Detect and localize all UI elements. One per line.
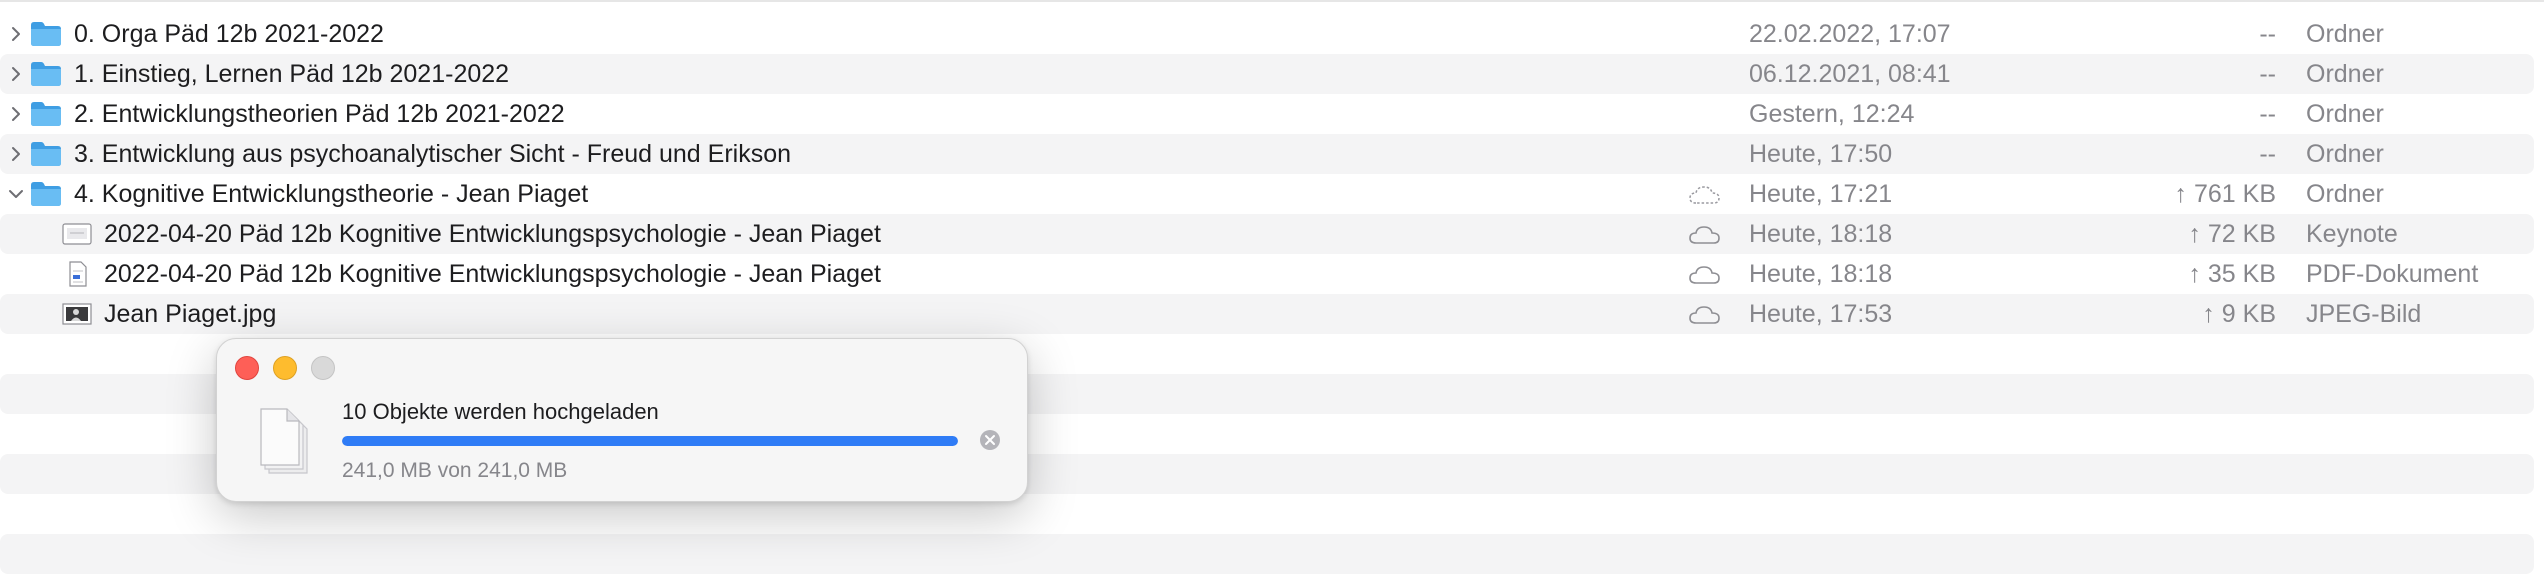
cloud-icon — [1689, 266, 1720, 284]
file-size: -- — [2259, 140, 2276, 168]
folder-icon — [31, 142, 61, 166]
file-kind: Ordner — [2306, 100, 2384, 128]
file-kind: PDF-Dokument — [2306, 260, 2479, 288]
folder-icon — [31, 182, 61, 206]
empty-row — [0, 534, 2534, 574]
file-date: Heute, 17:50 — [1749, 140, 1893, 168]
file-date: Heute, 17:21 — [1749, 180, 1893, 208]
file-size: -- — [2259, 100, 2276, 128]
chevron-right-icon[interactable] — [8, 26, 24, 42]
cloud-icon — [1689, 306, 1720, 324]
file-name: 2022-04-20 Päd 12b Kognitive Entwicklung… — [104, 220, 881, 248]
folder-row[interactable]: 0. Orga Päd 12b 2021-2022 22.02.2022, 17… — [0, 14, 2534, 54]
file-date: 06.12.2021, 08:41 — [1749, 60, 1951, 88]
folder-row[interactable]: 1. Einstieg, Lernen Päd 12b 2021-2022 06… — [0, 54, 2534, 94]
file-date: Heute, 17:53 — [1749, 300, 1893, 328]
file-size: -- — [2259, 60, 2276, 88]
file-kind: JPEG-Bild — [2306, 300, 2422, 328]
file-name: 0. Orga Päd 12b 2021-2022 — [74, 20, 384, 48]
chevron-right-icon[interactable] — [8, 66, 24, 82]
file-size: -- — [2259, 20, 2276, 48]
cloud-dashed-icon — [1689, 186, 1720, 204]
top-divider — [0, 0, 2544, 2]
chevron-right-icon[interactable] — [8, 106, 24, 122]
cloud-icon — [1689, 226, 1720, 244]
file-size: ↑ 761 KB — [2174, 180, 2276, 208]
file-row[interactable]: Jean Piaget.jpg Heute, 17:53 ↑ 9 KB JPEG… — [0, 294, 2534, 334]
file-name: 4. Kognitive Entwicklungstheorie - Jean … — [74, 180, 589, 208]
upload-progress-bar — [342, 436, 958, 446]
file-kind: Ordner — [2306, 60, 2384, 88]
file-name: Jean Piaget.jpg — [104, 300, 277, 328]
file-row[interactable]: 2022-04-20 Päd 12b Kognitive Entwicklung… — [0, 214, 2534, 254]
documents-icon — [260, 408, 308, 474]
file-kind: Ordner — [2306, 20, 2384, 48]
file-date: 22.02.2022, 17:07 — [1749, 20, 1951, 48]
pdf-file-icon — [69, 261, 87, 287]
file-date: Heute, 18:18 — [1749, 260, 1893, 288]
file-name: 1. Einstieg, Lernen Päd 12b 2021-2022 — [74, 60, 510, 88]
zoom-window-button — [311, 356, 335, 380]
folder-row[interactable]: 4. Kognitive Entwicklungstheorie - Jean … — [0, 174, 2534, 214]
folder-row[interactable]: 2. Entwicklungstheorien Päd 12b 2021-202… — [0, 94, 2534, 134]
folder-icon — [31, 22, 61, 46]
upload-progress-fill — [342, 436, 958, 446]
file-date: Heute, 18:18 — [1749, 220, 1893, 248]
file-kind: Ordner — [2306, 140, 2384, 168]
cancel-icon[interactable] — [979, 429, 1001, 451]
file-name: 2. Entwicklungstheorien Päd 12b 2021-202… — [74, 100, 565, 128]
minimize-window-button[interactable] — [273, 356, 297, 380]
file-row[interactable]: 2022-04-20 Päd 12b Kognitive Entwicklung… — [0, 254, 2534, 294]
file-size: ↑ 9 KB — [2202, 300, 2276, 328]
file-size: ↑ 35 KB — [2188, 260, 2276, 288]
chevron-right-icon[interactable] — [8, 146, 24, 162]
folder-row[interactable]: 3. Entwicklung aus psychoanalytischer Si… — [0, 134, 2534, 174]
file-name: 3. Entwicklung aus psychoanalytischer Si… — [74, 140, 792, 168]
chevron-down-icon[interactable] — [8, 186, 24, 202]
folder-icon — [31, 62, 61, 86]
folder-icon — [31, 102, 61, 126]
file-kind: Ordner — [2306, 180, 2384, 208]
upload-title: 10 Objekte werden hochgeladen — [342, 399, 659, 424]
image-file-icon — [62, 303, 92, 325]
keynote-file-icon — [62, 223, 92, 245]
file-date: Gestern, 12:24 — [1749, 100, 1915, 128]
file-name: 2022-04-20 Päd 12b Kognitive Entwicklung… — [104, 260, 881, 288]
upload-progress-text: 241,0 MB von 241,0 MB — [342, 459, 568, 482]
file-kind: Keynote — [2306, 220, 2398, 248]
file-size: ↑ 72 KB — [2188, 220, 2276, 248]
close-window-button[interactable] — [235, 356, 259, 380]
upload-progress-dialog: 10 Objekte werden hochgeladen 241,0 MB v… — [216, 338, 1028, 502]
